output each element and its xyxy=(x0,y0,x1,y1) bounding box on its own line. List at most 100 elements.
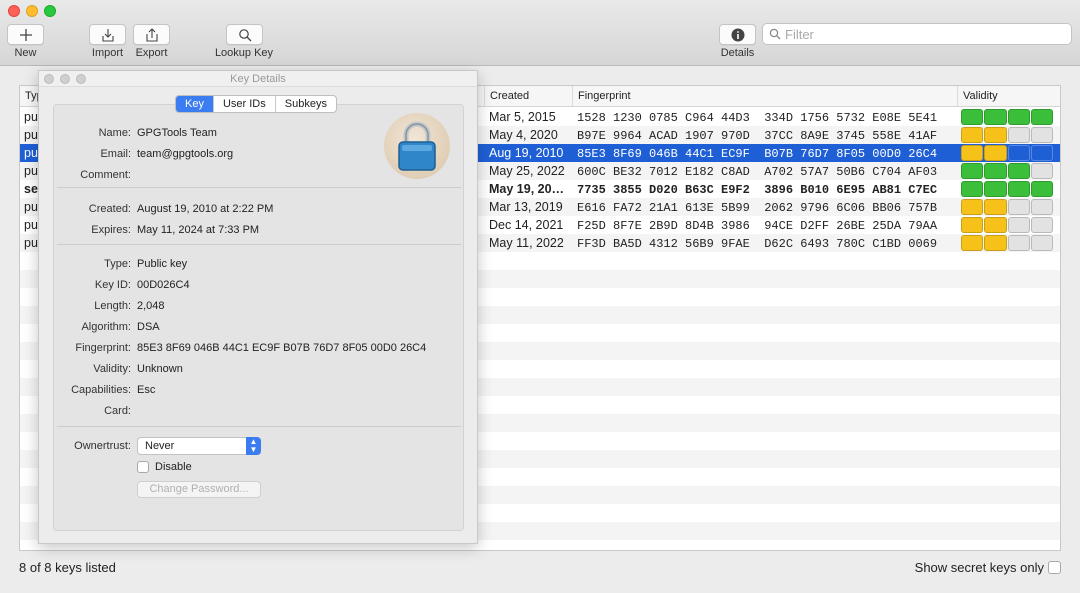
validity-segment xyxy=(1030,217,1053,233)
column-header-fingerprint[interactable]: Fingerprint xyxy=(572,86,957,107)
created-value: August 19, 2010 at 2:22 PM xyxy=(137,203,274,215)
created-cell: Mar 5, 2015 xyxy=(489,110,556,124)
lock-icon xyxy=(384,113,450,179)
validity-segment xyxy=(984,127,1007,143)
validity-segment xyxy=(1007,163,1030,179)
validity-segment xyxy=(961,217,984,233)
algorithm-label: Algorithm: xyxy=(81,321,131,333)
zoom-window-button[interactable] xyxy=(44,5,56,17)
validity-segment xyxy=(1007,235,1030,251)
panel-minimize-button[interactable] xyxy=(60,74,70,84)
validity-indicator xyxy=(961,217,1053,233)
validity-segment xyxy=(1030,199,1053,215)
ownertrust-select[interactable]: Never ▲ ▼ xyxy=(137,437,261,455)
created-cell: Mar 13, 2019 xyxy=(489,200,563,214)
created-cell: Dec 14, 2021 xyxy=(489,218,564,232)
disable-checkbox[interactable] xyxy=(137,461,149,473)
secret-keys-only-label: Show secret keys only xyxy=(914,560,1044,575)
validity-segment xyxy=(961,145,984,161)
length-value: 2,048 xyxy=(137,300,165,312)
secret-keys-only-checkbox[interactable] xyxy=(1048,561,1061,574)
disable-label: Disable xyxy=(155,461,192,473)
filter-input[interactable] xyxy=(785,26,1065,42)
type-value: Public key xyxy=(137,258,188,270)
filter-field[interactable] xyxy=(762,23,1072,45)
search-icon xyxy=(238,28,251,41)
fingerprint-cell: F25D 8F7E 2B9D 8D4B 3986 94CE D2FF 26BE … xyxy=(577,219,938,233)
key-details-titlebar[interactable]: Key Details xyxy=(39,71,477,87)
fingerprint-cell: B97E 9964 ACAD 1907 970D 37CC 8A9E 3745 … xyxy=(577,129,938,143)
export-icon xyxy=(145,27,158,42)
fingerprint-cell: FF3D BA5D 4312 56B9 9FAE D62C 6493 780C … xyxy=(577,237,938,251)
details-tab-bar: Key User IDs Subkeys xyxy=(175,95,337,113)
length-label: Length: xyxy=(94,300,131,312)
validity-indicator xyxy=(961,163,1053,179)
created-cell: May 25, 2022 xyxy=(489,164,565,178)
validity-segment xyxy=(1030,127,1053,143)
panel-close-button[interactable] xyxy=(44,74,54,84)
new-key-label: New xyxy=(14,47,37,59)
name-label: Name: xyxy=(98,127,131,139)
key-id-label: Key ID: xyxy=(94,279,131,291)
column-header-created[interactable]: Created xyxy=(484,86,572,107)
validity-segment xyxy=(961,163,984,179)
fingerprint-cell: 7735 3855 D020 B63C E9F2 3896 B010 6E95 … xyxy=(577,183,938,197)
key-details-title: Key Details xyxy=(230,73,286,85)
created-cell: May 11, 2022 xyxy=(489,236,564,250)
validity-indicator xyxy=(961,145,1053,161)
key-count-status: 8 of 8 keys listed xyxy=(19,560,116,575)
tab-subkeys[interactable]: Subkeys xyxy=(274,96,336,112)
divider xyxy=(57,187,461,188)
validity-segment xyxy=(1007,127,1030,143)
lookup-key-label: Lookup Key xyxy=(214,47,274,59)
validity-segment xyxy=(1030,145,1053,161)
fingerprint-cell: 1528 1230 0785 C964 44D3 334D 1756 5732 … xyxy=(577,111,938,125)
algorithm-value: DSA xyxy=(137,321,160,333)
validity-indicator xyxy=(961,109,1053,125)
lookup-key-button[interactable] xyxy=(226,24,263,45)
fingerprint-cell: E616 FA72 21A1 613E 5B99 2062 9796 6C06 … xyxy=(577,201,938,215)
new-key-button[interactable] xyxy=(7,24,44,45)
comment-label: Comment: xyxy=(80,169,131,181)
validity-segment xyxy=(984,145,1007,161)
fingerprint-value: 85E3 8F69 046B 44C1 EC9F B07B 76D7 8F05 … xyxy=(137,342,427,354)
type-label: Type: xyxy=(104,258,131,270)
change-password-button[interactable]: Change Password... xyxy=(137,481,261,498)
validity-indicator xyxy=(961,181,1053,197)
validity-segment xyxy=(961,199,984,215)
tab-key[interactable]: Key xyxy=(176,96,213,112)
created-cell: May 4, 2020 xyxy=(489,128,558,142)
validity-indicator xyxy=(961,199,1053,215)
search-icon xyxy=(769,28,781,40)
created-label: Created: xyxy=(88,203,131,215)
validity-segment xyxy=(961,127,984,143)
export-button[interactable] xyxy=(133,24,170,45)
tab-user-ids[interactable]: User IDs xyxy=(212,96,275,112)
divider xyxy=(57,244,461,245)
email-label: Email: xyxy=(100,148,131,160)
details-label: Details xyxy=(720,47,755,59)
validity-segment xyxy=(1007,181,1030,197)
created-cell: May 19, 20… xyxy=(489,182,565,196)
fingerprint-cell: 85E3 8F69 046B 44C1 EC9F B07B 76D7 8F05 … xyxy=(577,147,938,161)
validity-segment xyxy=(1007,145,1030,161)
capabilities-value: Esc xyxy=(137,384,156,396)
panel-zoom-button[interactable] xyxy=(76,74,86,84)
info-icon xyxy=(731,28,744,41)
validity-segment xyxy=(1030,235,1053,251)
import-button[interactable] xyxy=(89,24,126,45)
validity-segment xyxy=(1030,109,1053,125)
created-cell: Aug 19, 2010 xyxy=(489,146,564,160)
name-value: GPGTools Team xyxy=(137,127,217,139)
minimize-window-button[interactable] xyxy=(26,5,38,17)
validity-segment xyxy=(1007,199,1030,215)
validity-segment xyxy=(984,109,1007,125)
column-header-validity[interactable]: Validity xyxy=(957,86,1060,107)
details-button[interactable] xyxy=(719,24,756,45)
close-window-button[interactable] xyxy=(8,5,20,17)
chevron-up-down-icon: ▲ ▼ xyxy=(246,437,261,455)
validity-indicator xyxy=(961,235,1053,251)
fingerprint-label: Fingerprint: xyxy=(75,342,131,354)
divider xyxy=(57,426,461,427)
key-id-value: 00D026C4 xyxy=(137,279,190,291)
